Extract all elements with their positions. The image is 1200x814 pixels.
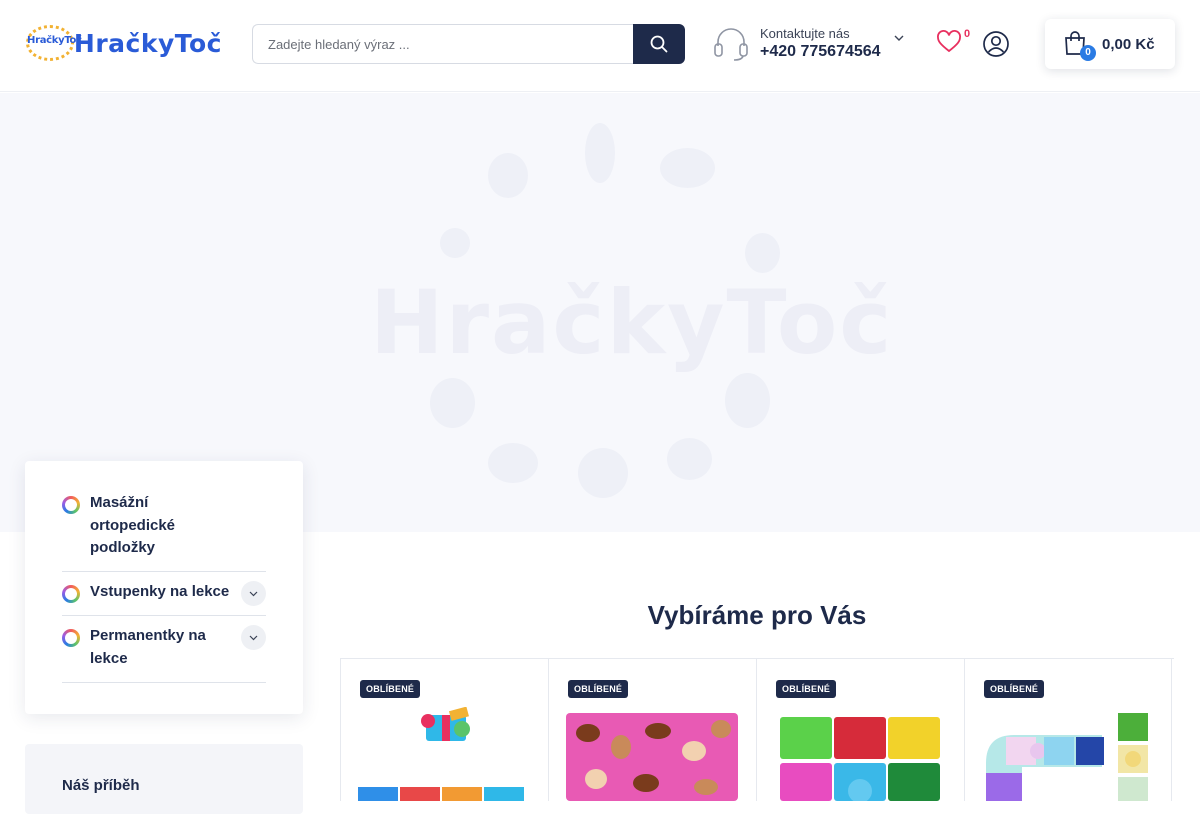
product-image [358,707,524,801]
favorite-tag: OBLÍBENÉ [360,680,421,698]
logo-badge-text: HračkyToč [27,35,82,46]
wishlist-button[interactable]: 0 [936,28,976,60]
section-title: Vybíráme pro Vás [647,600,867,630]
category-icon [62,629,80,647]
logo-badge: HračkyToč [24,21,82,65]
category-icon [62,496,80,514]
wishlist-count: 0 [964,28,971,40]
contact-dropdown[interactable]: Kontaktujte nás +420 775674564 [712,24,907,64]
heart-icon [937,30,961,53]
headset-icon [714,28,748,61]
deco-shape [488,443,538,483]
search-bar [252,24,685,64]
site-logo[interactable]: HračkyToč HračkyToč [24,20,222,66]
contact-phone[interactable]: +420 775674564 [760,43,881,61]
deco-shape [745,233,780,273]
deco-shape [430,378,475,428]
favorite-tag: OBLÍBENÉ [776,680,837,698]
product-card[interactable]: OBLÍBENÉ [548,659,756,801]
cart-button[interactable]: 0 0,00 Kč [1045,19,1175,69]
category-item-masazni-podlozky[interactable]: Masážní ortopedické podložky [62,491,266,572]
deco-shape [488,153,528,198]
product-card[interactable]: OBLÍBENÉ [756,659,964,801]
category-menu: Masážní ortopedické podložky Vstupenky n… [25,461,303,714]
site-header: HračkyToč HračkyToč Kontaktujte nás +420… [0,0,1200,92]
account-button[interactable] [982,30,1010,58]
category-label: Vstupenky na lekce [90,583,230,600]
contact-label: Kontaktujte nás [760,26,850,41]
deco-shape [578,448,628,498]
product-image [986,713,1148,801]
deco-shape [667,438,712,480]
favorite-tag: OBLÍBENÉ [568,680,629,698]
chevron-down-icon [894,35,904,41]
product-image [780,717,940,801]
category-icon [62,585,80,603]
cart-total: 0,00 Kč [1102,36,1155,53]
cart-count-badge: 0 [1080,45,1096,61]
chevron-down-icon [249,591,258,596]
category-item-permanentky[interactable]: Permanentky na lekce [62,616,266,683]
hero-watermark: HračkyToč [370,271,894,374]
expand-button[interactable] [241,581,266,606]
deco-shape [660,148,715,188]
chevron-down-icon [249,635,258,640]
search-button[interactable] [633,24,685,64]
story-title[interactable]: Náš příběh [62,777,140,794]
story-panel: Náš příběh [25,744,303,814]
deco-shape [725,373,770,428]
product-card[interactable]: OBLÍBENÉ [340,659,548,801]
product-card[interactable]: OBLÍBENÉ [964,659,1172,801]
expand-button[interactable] [241,625,266,650]
logo-wordmark: HračkyToč [73,28,222,58]
search-icon [650,35,668,53]
favorite-tag: OBLÍBENÉ [984,680,1045,698]
product-carousel: OBLÍBENÉ OBLÍBENÉ OBLÍBENÉ OBLÍBENÉ [340,658,1174,801]
category-label: Permanentky na lekce [90,627,206,667]
product-image [566,713,738,801]
deco-shape [585,123,615,183]
category-label: Masážní ortopedické podložky [90,494,176,556]
deco-shape [440,228,470,258]
user-icon [983,31,1009,57]
search-input[interactable] [252,24,634,64]
category-item-vstupenky[interactable]: Vstupenky na lekce [62,572,266,616]
